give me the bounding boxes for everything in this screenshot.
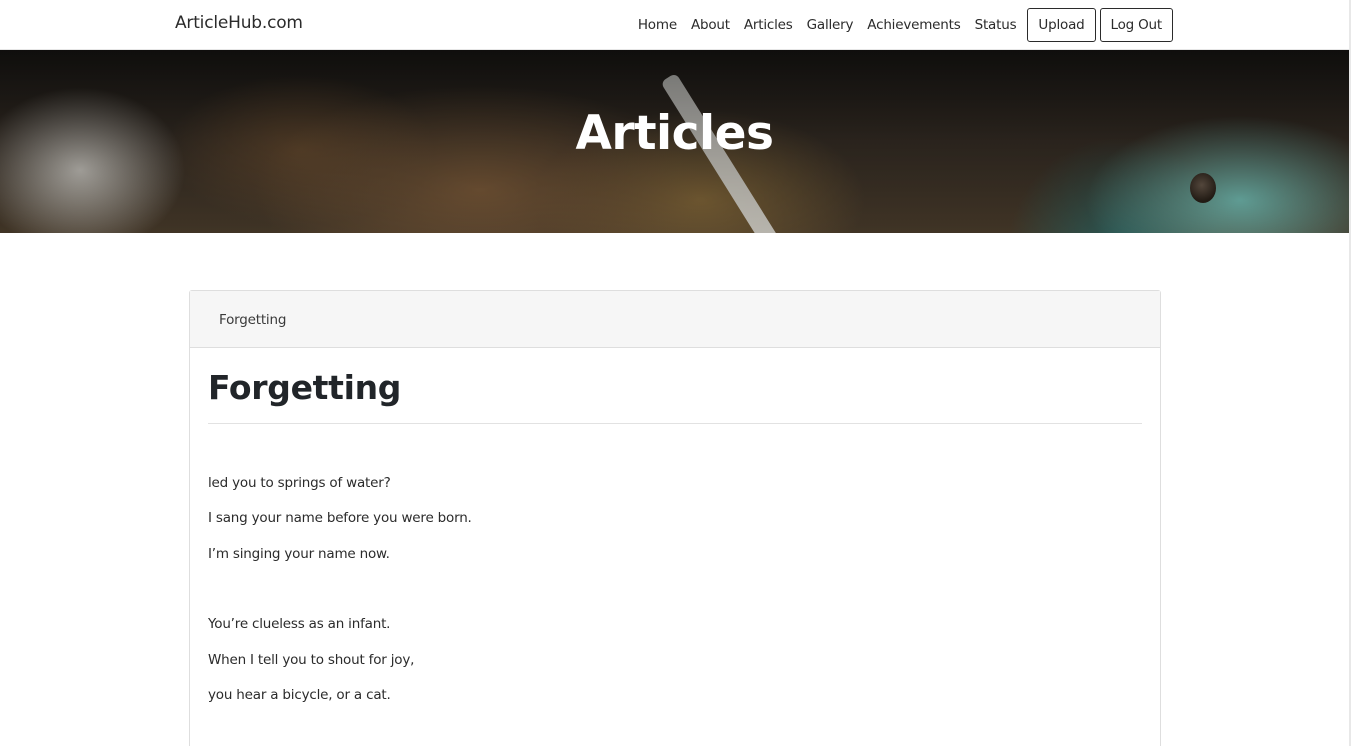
nav-link-home[interactable]: Home — [638, 17, 677, 33]
page: ArticleHub.com Home About Articles Galle… — [0, 0, 1349, 746]
article-line: You’re clueless as an infant. — [208, 616, 391, 632]
nav-link-about[interactable]: About — [691, 17, 730, 33]
article-line: I sang your name before you were born. — [208, 510, 472, 526]
nav-link-achievements[interactable]: Achievements — [867, 17, 960, 33]
article-line: led you to springs of water? — [208, 475, 391, 491]
nav-link-status[interactable]: Status — [975, 17, 1017, 33]
article-line: I’m singing your name now. — [208, 546, 390, 562]
breadcrumb-item-current: Forgetting — [219, 312, 287, 328]
hero-banner: Articles — [0, 50, 1349, 233]
brand-logo-link[interactable]: ArticleHub.com — [175, 13, 303, 33]
nav-link-gallery[interactable]: Gallery — [807, 17, 854, 33]
page-title: Articles — [575, 106, 774, 161]
article-line: you hear a bicycle, or a cat. — [208, 687, 391, 703]
breadcrumb: Forgetting — [190, 291, 1160, 348]
nav-link-articles[interactable]: Articles — [744, 17, 793, 33]
top-navbar: ArticleHub.com Home About Articles Galle… — [0, 0, 1349, 50]
nav-menu: Home About Articles Gallery Achievements… — [624, 8, 1173, 42]
divider — [208, 423, 1142, 424]
log-out-button[interactable]: Log Out — [1099, 8, 1173, 42]
article-card: Forgetting Forgetting led you to springs… — [189, 290, 1161, 746]
upload-button[interactable]: Upload — [1027, 8, 1096, 42]
article-line: When I tell you to shout for joy, — [208, 652, 415, 668]
article-title: Forgetting — [208, 368, 402, 407]
